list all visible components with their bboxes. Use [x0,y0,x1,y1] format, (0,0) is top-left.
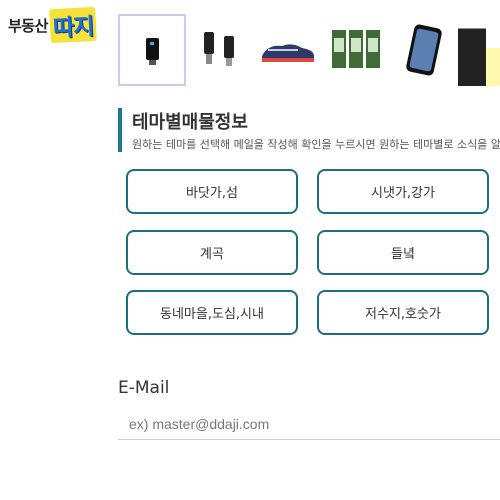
product-thumb-3[interactable] [254,14,322,86]
theme-button-3[interactable]: 계곡 [126,230,298,275]
product-thumb-2[interactable] [186,14,254,86]
logo-text-small: 부동산 [8,16,48,35]
theme-button-1[interactable]: 바닷가,섬 [126,169,298,214]
theme-button-2[interactable]: 시냇가,강가 [317,169,489,214]
charging-cable-icon [204,32,234,66]
usb-adapter-icon [146,38,159,65]
product-thumb-5[interactable] [390,14,458,86]
screen-protector-pack-icon [332,30,380,68]
sneakers-icon [262,44,314,62]
theme-button-5[interactable]: 동네마을,도심,시내 [126,290,298,335]
theme-button-6[interactable]: 저수지,호숫가 [317,290,489,335]
email-input[interactable] [118,409,500,440]
product-thumb-1[interactable] [118,14,186,86]
product-carousel [118,14,500,86]
email-label: E-Mail [118,378,170,398]
section-title: 테마별매물정보 [132,112,248,133]
theme-button-4[interactable]: 들녘 [317,230,489,275]
section-description: 원하는 테마를 선택해 메일을 작성해 확인을 누르시면 원하는 테마별로 소식… [132,138,500,151]
product-thumb-6-partial[interactable] [458,14,486,86]
phone-case-icon [406,24,442,76]
logo-text-big: 따지 [49,6,98,44]
site-logo[interactable]: 부동산 따지 [8,6,98,44]
product-thumb-4[interactable] [322,14,390,86]
